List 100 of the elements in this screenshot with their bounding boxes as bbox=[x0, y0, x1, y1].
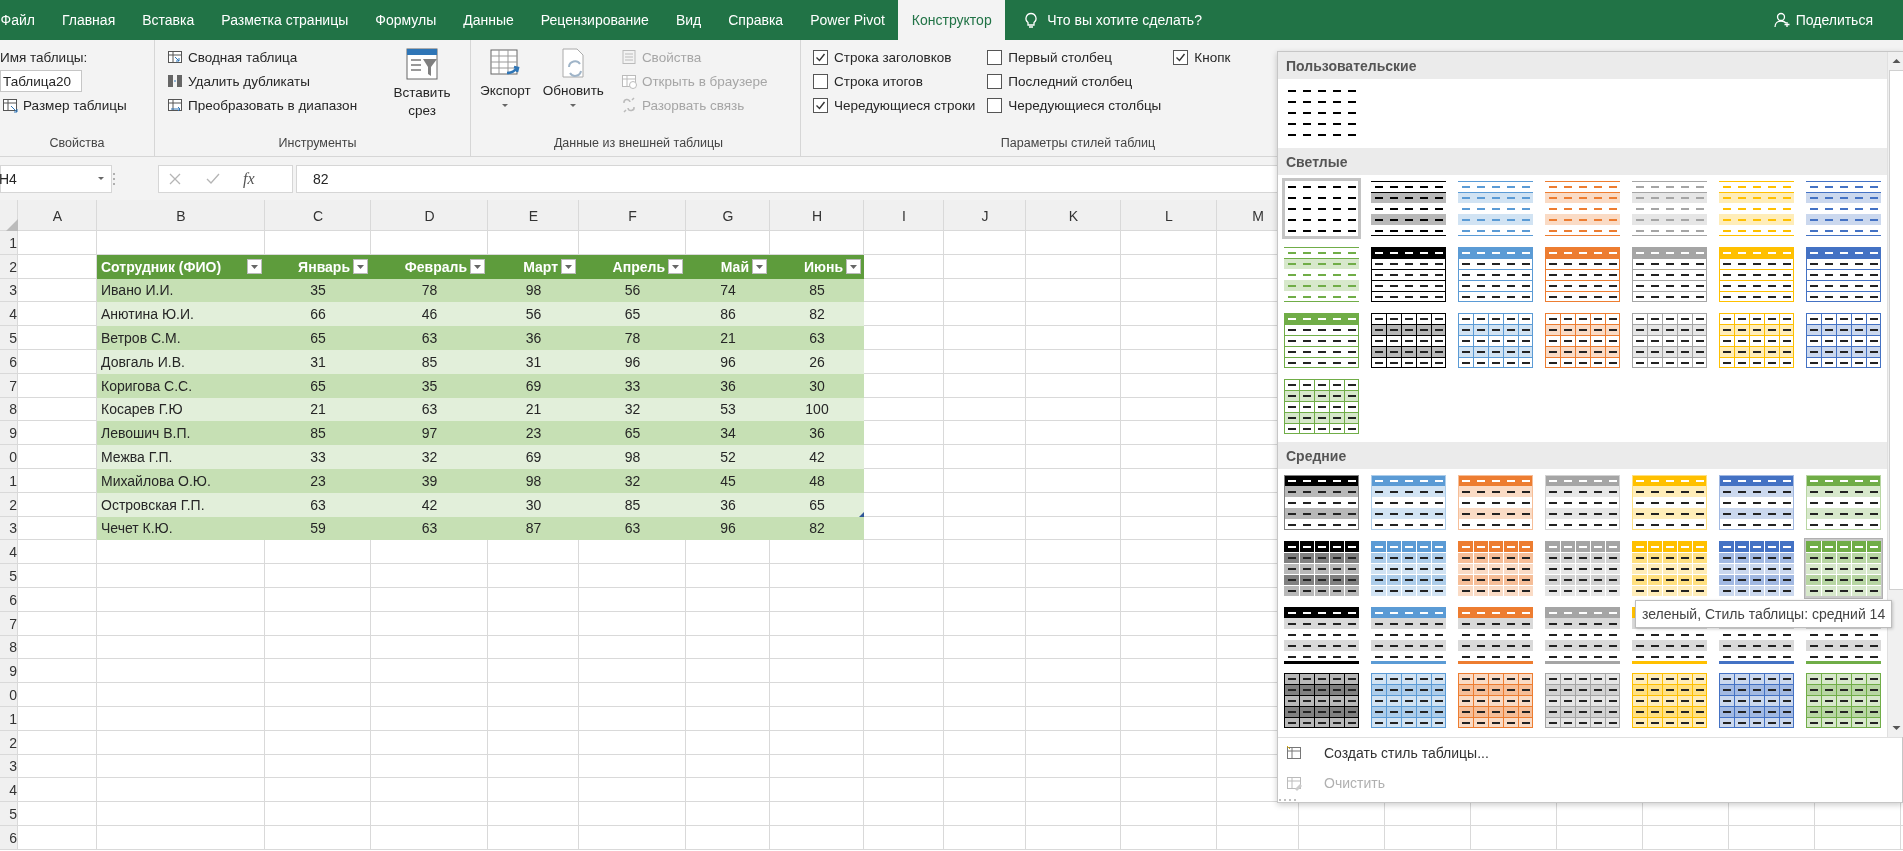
row-number[interactable]: 5 bbox=[0, 326, 18, 350]
ribbon-tab[interactable]: Вставка bbox=[128, 0, 208, 40]
ribbon-tab[interactable]: Данные bbox=[449, 0, 528, 40]
row-number[interactable]: 3 bbox=[0, 754, 18, 779]
ribbon-tab[interactable]: Конструктор bbox=[898, 0, 1006, 40]
row-number[interactable]: 2 bbox=[0, 492, 18, 517]
table-style-option[interactable] bbox=[1804, 472, 1883, 533]
ribbon-button[interactable]: Обновить bbox=[539, 45, 607, 136]
column-header[interactable]: J bbox=[944, 200, 1026, 231]
table-style-option[interactable] bbox=[1282, 670, 1361, 731]
row-number[interactable]: 4 bbox=[0, 778, 18, 803]
row-number[interactable]: 1 bbox=[0, 706, 18, 731]
ribbon-button[interactable]: Преобразовать в диапазон bbox=[165, 93, 360, 117]
ribbon-tab[interactable]: Файл bbox=[0, 0, 49, 40]
menu-item[interactable]: Создать стиль таблицы... bbox=[1278, 738, 1902, 769]
ribbon-tab[interactable]: Формулы bbox=[361, 0, 450, 40]
insert-slicer-button[interactable]: Вставить срез bbox=[384, 45, 460, 136]
ribbon-tab[interactable]: Вид bbox=[662, 0, 715, 40]
column-header[interactable]: K bbox=[1026, 200, 1121, 231]
row-number[interactable]: 2 bbox=[0, 730, 18, 755]
row-number[interactable]: 6 bbox=[0, 350, 18, 374]
table-style-option[interactable] bbox=[1630, 310, 1709, 371]
table-style-option[interactable] bbox=[1717, 310, 1796, 371]
name-box[interactable]: H4 bbox=[0, 164, 112, 193]
table-style-option[interactable] bbox=[1369, 538, 1448, 599]
column-header[interactable]: F bbox=[579, 200, 686, 231]
ribbon-tab[interactable]: Рецензирование bbox=[527, 0, 663, 40]
table-style-option[interactable] bbox=[1282, 472, 1361, 533]
column-header[interactable]: L bbox=[1121, 200, 1217, 231]
row-number[interactable]: 2 bbox=[0, 254, 18, 279]
row-number[interactable]: 6 bbox=[0, 825, 18, 850]
table-style-option[interactable] bbox=[1282, 376, 1361, 437]
column-header[interactable]: B bbox=[97, 200, 265, 231]
table-name-field[interactable]: Таблица20 bbox=[0, 70, 82, 92]
checkbox[interactable] bbox=[987, 73, 1003, 89]
table-style-option[interactable] bbox=[1369, 472, 1448, 533]
row-number[interactable]: 0 bbox=[0, 683, 18, 707]
row-number[interactable]: 4 bbox=[0, 302, 18, 327]
ribbon-button[interactable]: Экспорт bbox=[477, 45, 534, 136]
resize-handle-icon[interactable] bbox=[859, 511, 864, 517]
filter-button[interactable] bbox=[752, 259, 767, 275]
table-style-option[interactable] bbox=[1456, 670, 1535, 731]
tell-me-search[interactable]: Что вы хотите сделать? bbox=[1047, 12, 1202, 28]
table-style-option[interactable] bbox=[1282, 178, 1361, 239]
row-number[interactable]: 1 bbox=[0, 231, 18, 255]
row-number[interactable]: 1 bbox=[0, 468, 18, 493]
row-number[interactable]: 8 bbox=[0, 635, 18, 660]
table-style-option[interactable] bbox=[1456, 472, 1535, 533]
table-style-option[interactable] bbox=[1369, 604, 1448, 665]
filter-button[interactable] bbox=[247, 259, 262, 275]
table-style-option[interactable] bbox=[1804, 670, 1883, 731]
share-button[interactable]: Поделиться bbox=[1795, 12, 1873, 28]
column-header[interactable]: H bbox=[770, 200, 864, 231]
table-style-option[interactable] bbox=[1543, 670, 1622, 731]
checkbox[interactable] bbox=[1173, 49, 1189, 65]
checkbox[interactable] bbox=[813, 97, 828, 113]
checkbox[interactable] bbox=[813, 49, 828, 65]
table-style-option[interactable] bbox=[1717, 472, 1796, 533]
table-style-option[interactable] bbox=[1369, 670, 1448, 731]
table-style-option[interactable] bbox=[1456, 604, 1535, 665]
filter-button[interactable] bbox=[353, 259, 368, 275]
checkbox[interactable] bbox=[987, 97, 1003, 113]
table-style-option[interactable] bbox=[1543, 604, 1622, 665]
table-style-option[interactable] bbox=[1630, 472, 1709, 533]
filter-button[interactable] bbox=[561, 259, 576, 275]
row-number[interactable]: 3 bbox=[0, 516, 18, 541]
ribbon-tab[interactable]: Разметка страницы bbox=[207, 0, 362, 40]
row-number[interactable]: 3 bbox=[0, 278, 18, 303]
table-style-option[interactable] bbox=[1804, 310, 1883, 371]
table-style-option[interactable] bbox=[1717, 538, 1796, 599]
table-style-option[interactable] bbox=[1282, 538, 1361, 599]
row-number[interactable]: 6 bbox=[0, 587, 18, 612]
ribbon-tab[interactable]: Справка bbox=[714, 0, 797, 40]
row-number[interactable]: 9 bbox=[0, 659, 18, 684]
table-style-option[interactable] bbox=[1717, 670, 1796, 731]
row-number[interactable]: 4 bbox=[0, 540, 18, 565]
table-style-option[interactable] bbox=[1630, 670, 1709, 731]
insert-function-button[interactable]: fx bbox=[243, 169, 255, 188]
row-number[interactable]: 7 bbox=[0, 373, 18, 398]
filter-button[interactable] bbox=[846, 259, 861, 275]
scrollbar-thumb[interactable] bbox=[1889, 70, 1903, 590]
table-style-option[interactable] bbox=[1456, 538, 1535, 599]
ribbon-button[interactable]: Сводная таблица bbox=[165, 45, 360, 69]
table-style-option[interactable] bbox=[1282, 604, 1361, 665]
column-header[interactable]: I bbox=[864, 200, 944, 231]
table-style-option[interactable] bbox=[1543, 472, 1622, 533]
ribbon-tab[interactable]: Главная bbox=[48, 0, 129, 40]
column-header[interactable]: E bbox=[488, 200, 579, 231]
column-header[interactable]: G bbox=[686, 200, 770, 231]
table-style-option[interactable] bbox=[1456, 310, 1535, 371]
row-number[interactable]: 5 bbox=[0, 564, 18, 588]
table-style-option[interactable] bbox=[1543, 310, 1622, 371]
ribbon-button[interactable]: Удалить дубликаты bbox=[165, 69, 360, 93]
row-number[interactable]: 9 bbox=[0, 421, 18, 446]
table-style-option[interactable] bbox=[1369, 310, 1448, 371]
checkbox[interactable] bbox=[813, 73, 828, 89]
column-header[interactable]: A bbox=[18, 200, 97, 231]
checkbox[interactable] bbox=[987, 49, 1003, 65]
table-style-option[interactable] bbox=[1369, 178, 1448, 239]
filter-button[interactable] bbox=[470, 259, 485, 275]
